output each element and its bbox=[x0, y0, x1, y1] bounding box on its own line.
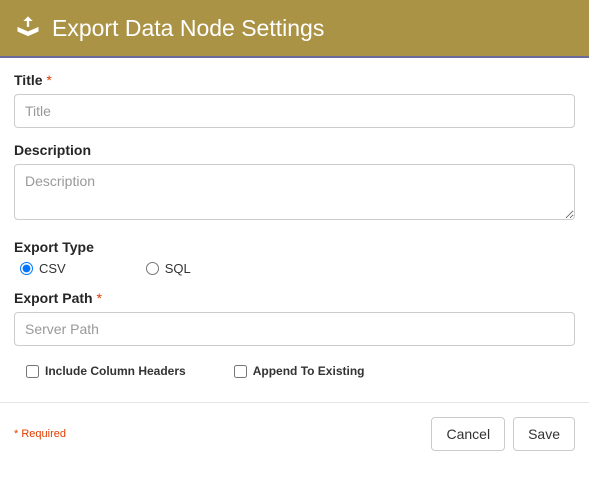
include-headers-item: Include Column Headers bbox=[26, 364, 186, 378]
export-path-input[interactable] bbox=[14, 312, 575, 346]
required-star: * bbox=[96, 290, 101, 306]
radio-csv-label: CSV bbox=[39, 261, 66, 276]
radio-csv[interactable] bbox=[20, 262, 33, 275]
append-existing-label: Append To Existing bbox=[253, 364, 365, 378]
title-label-text: Title bbox=[14, 72, 43, 88]
export-type-label: Export Type bbox=[14, 239, 575, 255]
description-label: Description bbox=[14, 142, 575, 158]
export-path-label: Export Path * bbox=[14, 290, 575, 306]
radio-sql-label: SQL bbox=[165, 261, 191, 276]
include-headers-label: Include Column Headers bbox=[45, 364, 186, 378]
title-label: Title * bbox=[14, 72, 575, 88]
export-type-group: CSV SQL bbox=[14, 261, 575, 276]
required-star: * bbox=[46, 72, 51, 88]
radio-sql-item: SQL bbox=[146, 261, 191, 276]
dialog-footer: * Required Cancel Save bbox=[0, 402, 589, 465]
title-input[interactable] bbox=[14, 94, 575, 128]
save-button[interactable]: Save bbox=[513, 417, 575, 451]
dialog-content: Title * Description Export Type CSV SQL … bbox=[0, 58, 589, 402]
radio-sql[interactable] bbox=[146, 262, 159, 275]
export-icon bbox=[14, 14, 42, 42]
export-path-label-text: Export Path bbox=[14, 290, 93, 306]
dialog-title: Export Data Node Settings bbox=[52, 15, 324, 42]
checkbox-row: Include Column Headers Append To Existin… bbox=[14, 364, 575, 378]
cancel-button[interactable]: Cancel bbox=[431, 417, 505, 451]
append-existing-checkbox[interactable] bbox=[234, 365, 247, 378]
required-note: * Required bbox=[14, 428, 66, 440]
radio-csv-item: CSV bbox=[20, 261, 66, 276]
description-input[interactable] bbox=[14, 164, 575, 220]
append-existing-item: Append To Existing bbox=[234, 364, 365, 378]
button-group: Cancel Save bbox=[431, 417, 575, 451]
include-headers-checkbox[interactable] bbox=[26, 365, 39, 378]
dialog-header: Export Data Node Settings bbox=[0, 0, 589, 58]
